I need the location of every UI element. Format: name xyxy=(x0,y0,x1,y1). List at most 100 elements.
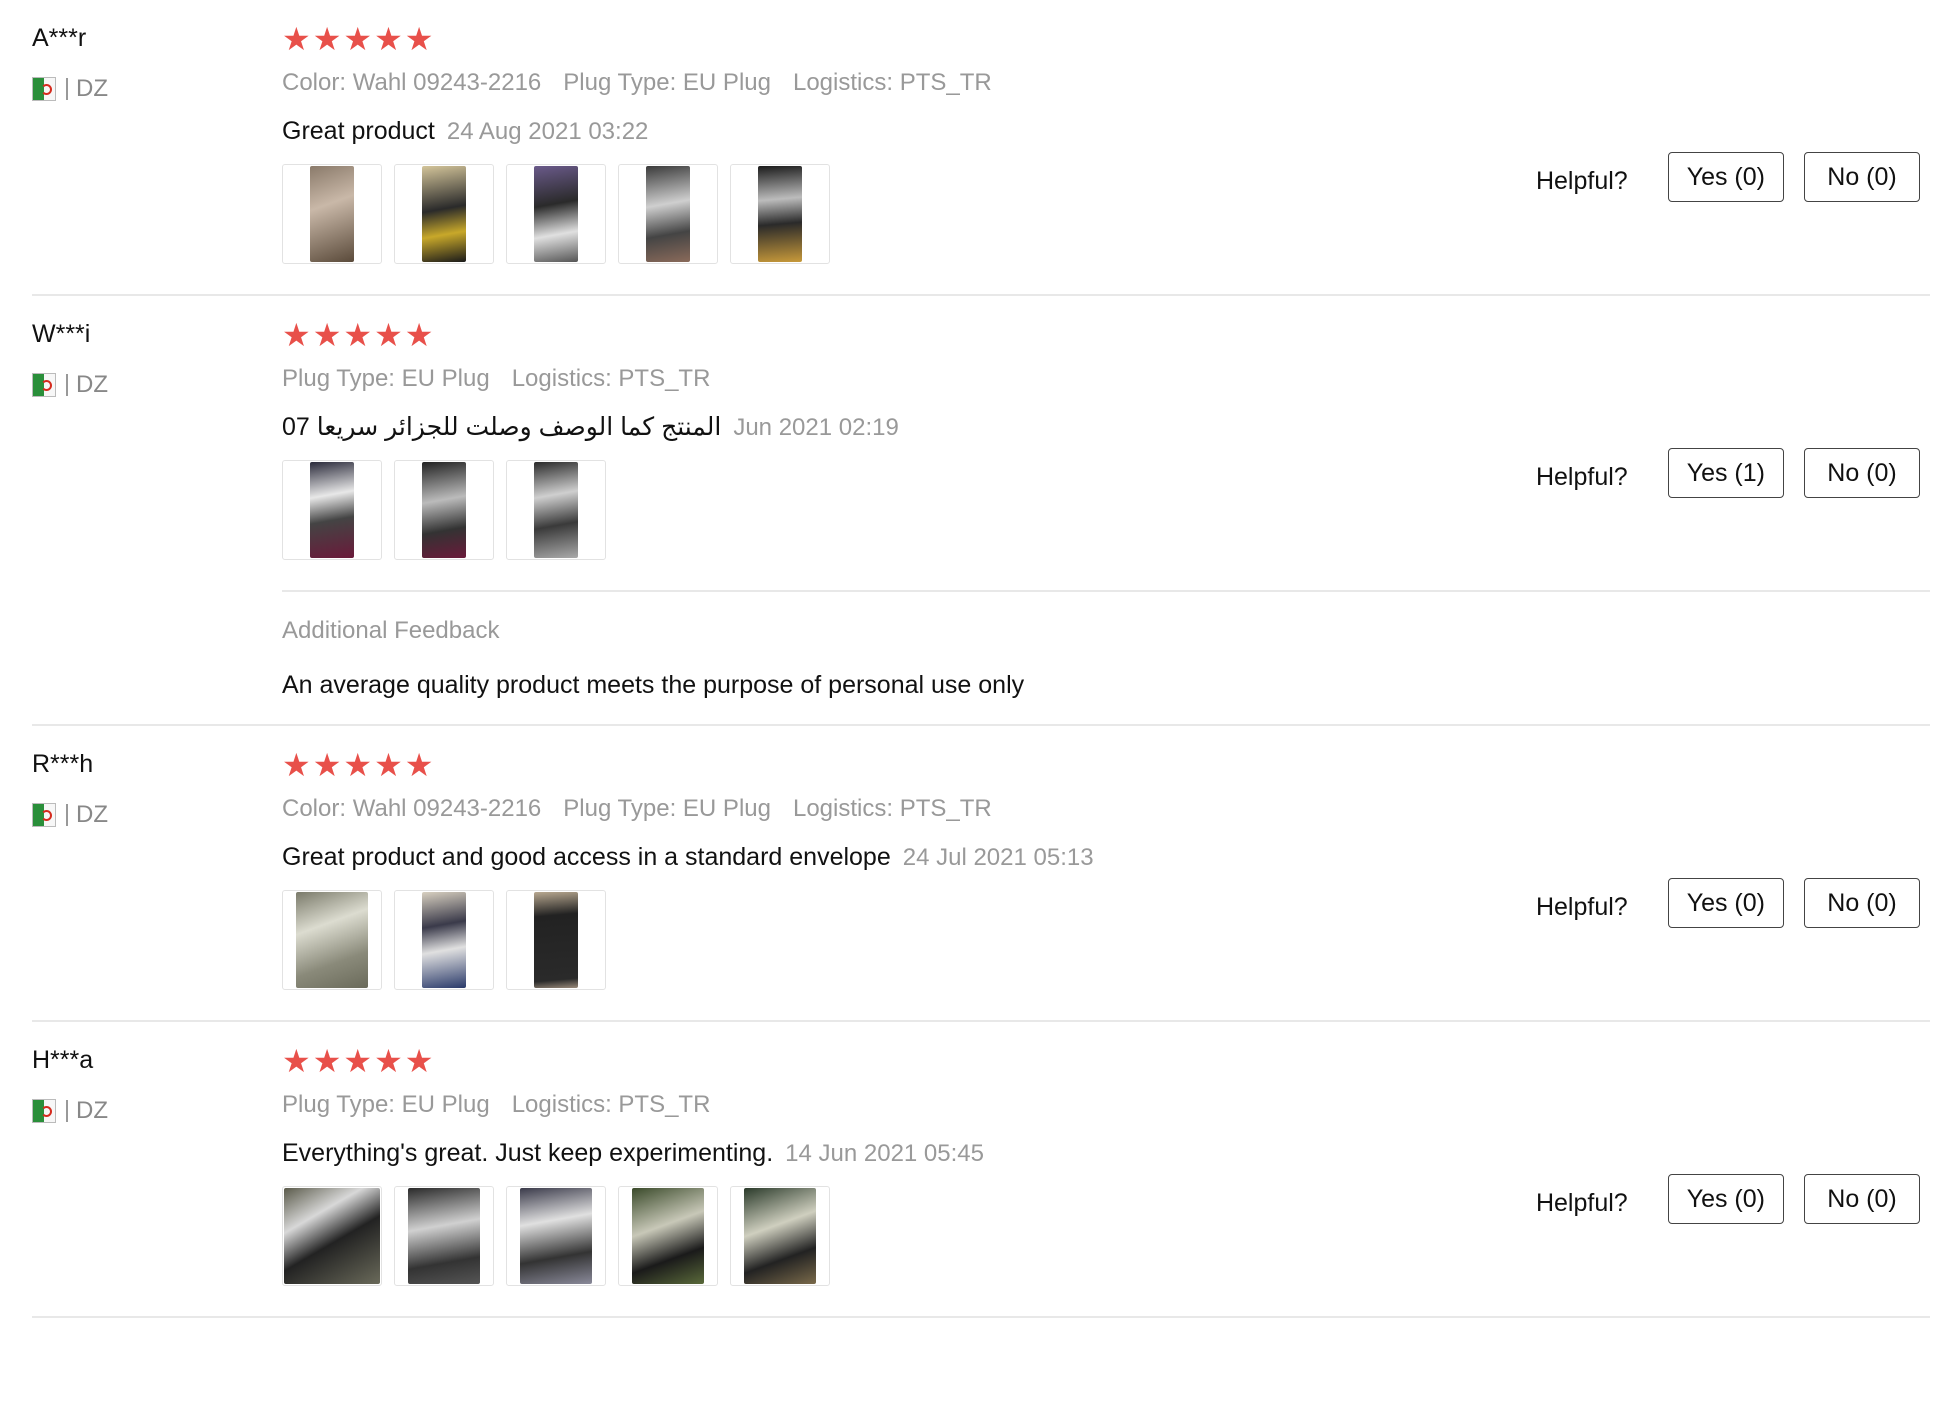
star-icon: ★ xyxy=(374,747,403,783)
additional-feedback: Additional Feedback An average quality pr… xyxy=(282,590,1930,724)
review-body: ★★★★★ Plug Type: EU Plug Logistics: PTS_TR… xyxy=(282,1022,1930,1316)
helpful-label: Helpful? xyxy=(1535,892,1628,921)
star-rating: ★★★★★ xyxy=(282,22,1930,56)
photo-image xyxy=(534,462,578,558)
photo-image xyxy=(284,1188,380,1284)
star-rating: ★★★★★ xyxy=(282,318,1930,352)
helpful-vote: Helpful? Yes (1) No (0) xyxy=(1536,448,1920,498)
additional-feedback-title: Additional Feedback xyxy=(282,617,500,644)
attribute-label: Logistics: xyxy=(792,795,894,822)
review-image-thumbnail[interactable] xyxy=(618,164,718,264)
reviewer-info: R***h DZ xyxy=(32,748,272,830)
photo-image xyxy=(296,892,368,988)
attribute-label: Plug Type: xyxy=(563,795,677,822)
helpful-yes-button[interactable]: Yes (0) xyxy=(1667,152,1784,202)
attribute-label: Logistics: xyxy=(511,1091,612,1118)
country-code: DZ xyxy=(76,801,108,828)
review-content: Great product 24 Aug 2021 03:22 xyxy=(282,114,1930,148)
algeria-flag-icon xyxy=(32,803,56,827)
review-image-thumbnail[interactable] xyxy=(506,164,606,264)
review-card: A***r DZ ★★★★★ Color: Wahl 09243-2216 Plug T… xyxy=(32,0,1930,296)
review-image-thumbnail[interactable] xyxy=(394,460,494,560)
star-icon: ★ xyxy=(374,1043,403,1079)
helpful-label: Helpful? xyxy=(1535,462,1628,491)
photo-image xyxy=(310,462,354,558)
country-code: DZ xyxy=(76,371,108,398)
attribute-value: Wahl 09243-2216 xyxy=(352,795,542,822)
helpful-no-button[interactable]: No (0) xyxy=(1804,1174,1920,1224)
photo-image xyxy=(534,166,578,262)
product-attributes: Color: Wahl 09243-2216 Plug Type: EU Plug… xyxy=(282,792,1930,826)
attribute-value: EU Plug xyxy=(682,795,771,822)
attribute: Plug Type: EU Plug xyxy=(282,1091,490,1118)
star-icon: ★ xyxy=(282,21,311,57)
review-image-thumbnail[interactable] xyxy=(730,164,830,264)
review-card: R***h DZ ★★★★★ Color: Wahl 09243-2216 Plug T… xyxy=(32,726,1930,1022)
country-code: DZ xyxy=(76,1097,108,1124)
product-attributes: Plug Type: EU Plug Logistics: PTS_TR xyxy=(282,1088,1930,1122)
review-date: 14 Jun 2021 05:45 xyxy=(785,1140,984,1167)
attribute-label: Plug Type: xyxy=(563,69,677,96)
photo-image xyxy=(422,892,466,988)
country-divider xyxy=(66,1100,68,1122)
helpful-no-button[interactable]: No (0) xyxy=(1804,152,1920,202)
review-image-thumbnail[interactable] xyxy=(506,460,606,560)
review-image-thumbnail[interactable] xyxy=(730,1186,830,1286)
review-image-thumbnail[interactable] xyxy=(506,890,606,990)
review-body: ★★★★★ Plug Type: EU Plug Logistics: PTS_TR… xyxy=(282,296,1930,590)
review-text: Great product xyxy=(282,117,435,145)
helpful-yes-button[interactable]: Yes (0) xyxy=(1667,1174,1784,1224)
review-date: Jun 2021 02:19 xyxy=(733,414,899,441)
review-image-thumbnail[interactable] xyxy=(618,1186,718,1286)
star-icon: ★ xyxy=(343,1043,373,1079)
attribute: Plug Type: EU Plug xyxy=(282,365,490,392)
review-image-thumbnail[interactable] xyxy=(282,164,382,264)
review-image-thumbnail[interactable] xyxy=(282,890,382,990)
photo-image xyxy=(422,462,466,558)
review-card: H***a DZ ★★★★★ Plug Type: EU Plug Logistics:… xyxy=(32,1022,1930,1318)
review-image-thumbnail[interactable] xyxy=(282,460,382,560)
photo-image xyxy=(408,1188,480,1284)
attribute-value: PTS_TR xyxy=(899,69,992,96)
star-icon: ★ xyxy=(343,317,373,353)
reviewer-country: DZ xyxy=(32,74,272,104)
star-icon: ★ xyxy=(343,21,373,57)
helpful-no-button[interactable]: No (0) xyxy=(1804,878,1920,928)
review-image-thumbnail[interactable] xyxy=(394,1186,494,1286)
attribute: Logistics: PTS_TR xyxy=(512,365,711,392)
review-image-thumbnail[interactable] xyxy=(506,1186,606,1286)
attribute-label: Color: xyxy=(282,795,347,822)
photo-image xyxy=(744,1188,816,1284)
attribute: Logistics: PTS_TR xyxy=(793,69,992,96)
review-text: Great product and good access in a stand… xyxy=(282,843,891,871)
review-image-thumbnail[interactable] xyxy=(394,890,494,990)
reviewer-name: R***h xyxy=(32,750,94,778)
star-icon: ★ xyxy=(343,747,373,783)
country-divider xyxy=(66,374,68,396)
attribute: Color: Wahl 09243-2216 xyxy=(282,69,541,96)
attribute-label: Color: xyxy=(282,69,347,96)
review-image-thumbnail[interactable] xyxy=(394,164,494,264)
reviewer-name: A***r xyxy=(32,24,87,52)
helpful-yes-button[interactable]: Yes (1) xyxy=(1667,448,1784,498)
helpful-vote: Helpful? Yes (0) No (0) xyxy=(1536,878,1920,928)
attribute-label: Logistics: xyxy=(792,69,894,96)
attribute-value: EU Plug xyxy=(401,365,490,392)
star-icon: ★ xyxy=(404,317,434,353)
reviewer-info: W***i DZ xyxy=(32,318,272,400)
review-image-thumbnail[interactable] xyxy=(282,1186,382,1286)
helpful-yes-button[interactable]: Yes (0) xyxy=(1667,878,1784,928)
reviewer-info: H***a DZ xyxy=(32,1044,272,1126)
helpful-no-button[interactable]: No (0) xyxy=(1804,448,1920,498)
helpful-label: Helpful? xyxy=(1535,1188,1628,1217)
photo-image xyxy=(758,166,802,262)
star-icon: ★ xyxy=(312,747,342,783)
algeria-flag-icon xyxy=(32,1099,56,1123)
review-body: ★★★★★ Color: Wahl 09243-2216 Plug Type: EU… xyxy=(282,0,1930,294)
algeria-flag-icon xyxy=(32,77,56,101)
helpful-label: Helpful? xyxy=(1535,166,1628,195)
review-date: 24 Jul 2021 05:13 xyxy=(902,844,1094,871)
star-icon: ★ xyxy=(374,317,403,353)
algeria-flag-icon xyxy=(32,373,56,397)
country-divider xyxy=(66,78,68,100)
